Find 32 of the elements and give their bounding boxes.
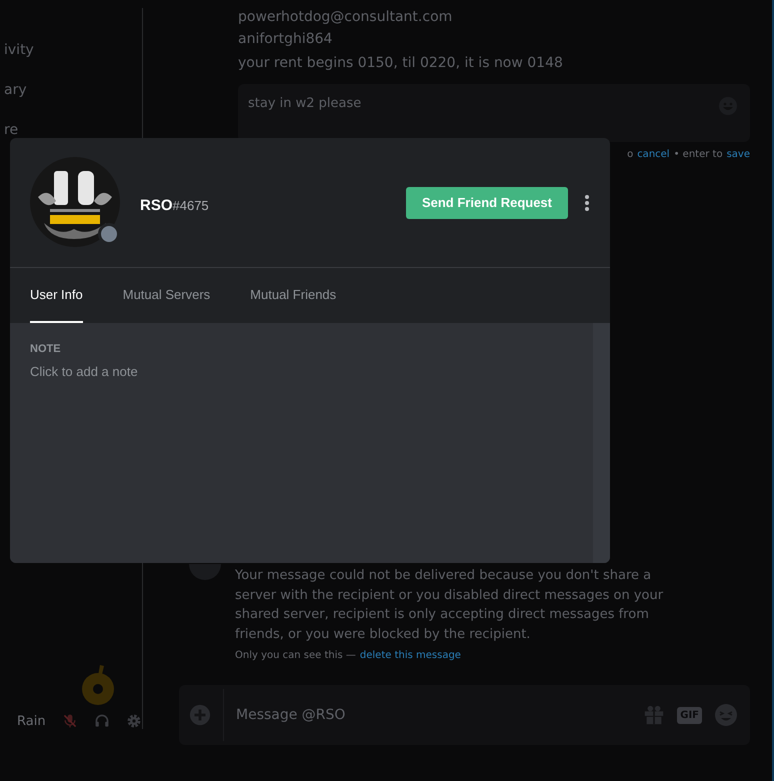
- hint-text: • enter to: [674, 149, 723, 160]
- bot-avatar: [189, 564, 221, 580]
- settings-icon[interactable]: [126, 713, 142, 729]
- edit-field[interactable]: stay in w2 please: [238, 84, 750, 142]
- gift-icon[interactable]: [643, 704, 666, 726]
- save-link[interactable]: save: [726, 149, 750, 160]
- more-options-icon[interactable]: [584, 194, 590, 212]
- note-text: Only you can see this —: [235, 650, 356, 661]
- delete-link[interactable]: delete this message: [360, 650, 461, 661]
- user-avatar-icon: [80, 663, 116, 707]
- message-input[interactable]: Message @RSO: [223, 689, 632, 741]
- hint-text: o: [627, 149, 634, 160]
- sidebar-item[interactable]: ivity: [4, 42, 142, 58]
- tab[interactable]: Mutual Servers: [122, 268, 210, 323]
- note-label: NOTE: [30, 343, 61, 355]
- profile-username: RSO: [140, 197, 173, 214]
- send-friend-request-button[interactable]: Send Friend Request: [406, 186, 568, 218]
- tab[interactable]: Mutual Friends: [250, 268, 336, 323]
- add-icon[interactable]: [189, 704, 211, 726]
- cancel-link[interactable]: cancel: [637, 149, 670, 160]
- note-field[interactable]: Click to add a note: [30, 364, 138, 379]
- username: Rain: [17, 714, 46, 728]
- microphone-icon[interactable]: [62, 713, 78, 729]
- message-text: powerhotdog@consultant.com: [238, 8, 454, 27]
- message-text: anifortghi864: [238, 30, 334, 49]
- system-message: Your message could not be delivered because you don't share a server with the recipient or you disabled direct messages on your shared server, recipient is only accepting direct messages from friends, or you were blocked by the recipient.: [235, 567, 664, 644]
- headphones-icon[interactable]: [94, 713, 110, 729]
- sidebar-item[interactable]: re: [4, 122, 142, 138]
- emoji-icon[interactable]: [714, 703, 738, 727]
- user-tag: #4675: [172, 198, 209, 213]
- message-text: your rent begins 0150, til 0220, it is now 0148: [238, 54, 564, 73]
- sidebar-item[interactable]: ary: [4, 82, 142, 98]
